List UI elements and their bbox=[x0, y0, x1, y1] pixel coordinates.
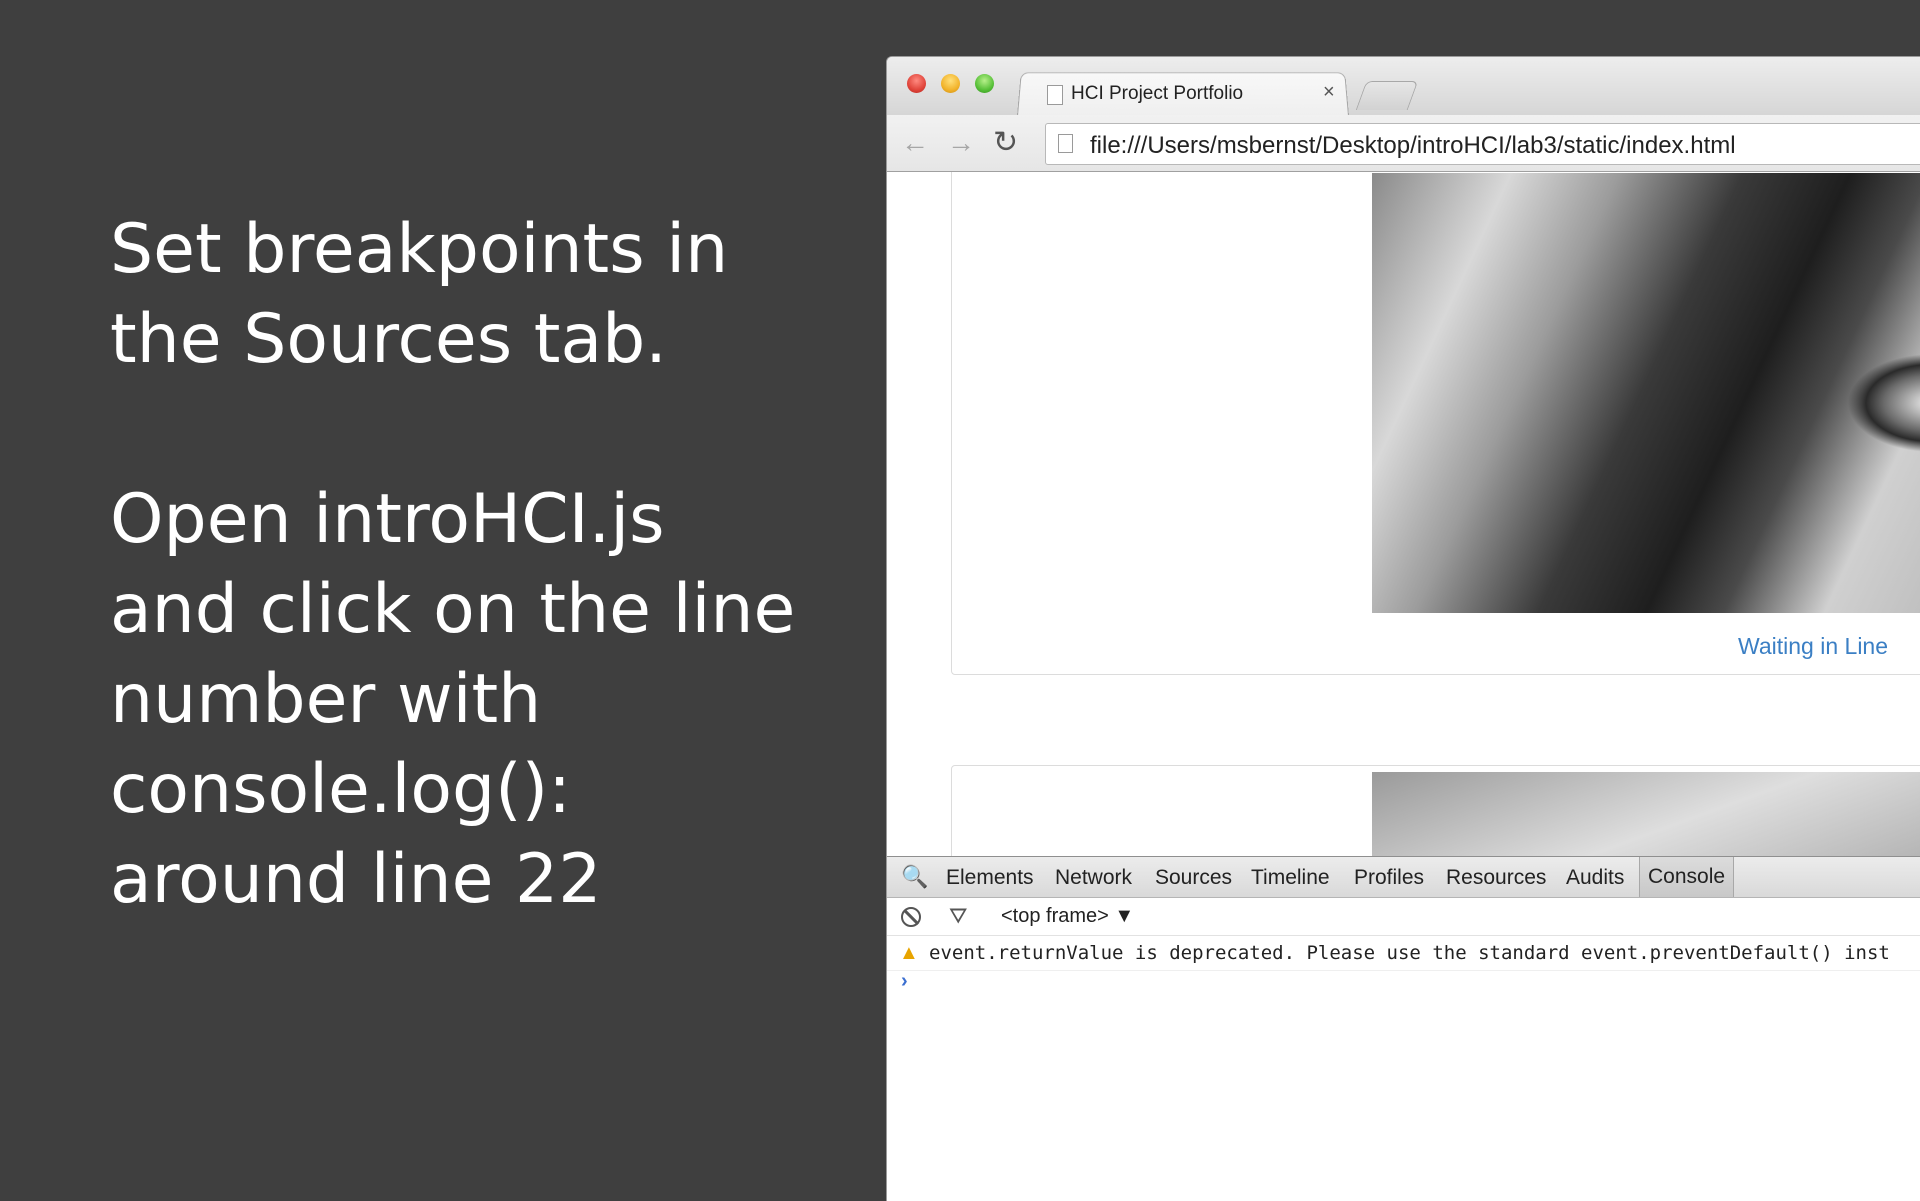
text-line: around line 22 bbox=[110, 840, 602, 919]
tab-audits[interactable]: Audits bbox=[1566, 866, 1624, 890]
portfolio-card bbox=[951, 765, 1920, 856]
tab-timeline[interactable]: Timeline bbox=[1251, 866, 1330, 890]
forward-icon[interactable]: → bbox=[947, 127, 975, 159]
browser-tab[interactable]: HCI Project Portfolio × bbox=[1037, 77, 1337, 113]
tab-title: HCI Project Portfolio bbox=[1071, 83, 1244, 104]
page-icon bbox=[1047, 85, 1063, 105]
portfolio-card: Waiting in Line bbox=[951, 172, 1920, 675]
text-line: number with bbox=[110, 660, 542, 739]
tab-network[interactable]: Network bbox=[1055, 866, 1132, 890]
warning-icon: ▲ bbox=[899, 942, 919, 964]
devtools-panel: 🔍 Elements Network Sources Timeline Prof… bbox=[887, 856, 1920, 1201]
browser-toolbar: ← → ↻ file:///Users/msbernst/Desktop/int… bbox=[887, 115, 1920, 172]
project-photo[interactable] bbox=[1372, 173, 1920, 613]
instruction-paragraph-1: Set breakpoints in the Sources tab. bbox=[110, 205, 810, 385]
page-viewport: Waiting in Line bbox=[887, 172, 1920, 856]
project-photo[interactable] bbox=[1372, 772, 1920, 856]
reload-icon[interactable]: ↻ bbox=[993, 125, 1018, 160]
tab-console[interactable]: Console bbox=[1639, 857, 1735, 897]
url-text[interactable]: file:///Users/msbernst/Desktop/introHCI/… bbox=[1090, 132, 1736, 160]
console-message-text: event.returnValue is deprecated. Please … bbox=[929, 942, 1890, 964]
console-message: ▲ event.returnValue is deprecated. Pleas… bbox=[887, 936, 1920, 971]
back-icon[interactable]: ← bbox=[901, 127, 929, 159]
console-prompt[interactable]: › bbox=[901, 970, 908, 993]
tab-resources[interactable]: Resources bbox=[1446, 866, 1546, 890]
frame-selector[interactable]: <top frame> ▼ bbox=[1001, 905, 1134, 928]
slide-text: Set breakpoints in the Sources tab. Open… bbox=[110, 205, 810, 925]
page-icon bbox=[1058, 134, 1073, 153]
text-line: Open introHCI.js bbox=[110, 480, 665, 559]
address-bar[interactable]: file:///Users/msbernst/Desktop/introHCI/… bbox=[1045, 123, 1920, 165]
text-line: the Sources tab. bbox=[110, 300, 667, 379]
search-icon[interactable]: 🔍 bbox=[901, 864, 928, 890]
title-bar: HCI Project Portfolio × bbox=[887, 57, 1920, 116]
devtools-tab-bar: 🔍 Elements Network Sources Timeline Prof… bbox=[887, 856, 1920, 898]
zoom-window-button[interactable] bbox=[975, 74, 994, 93]
tab-sources[interactable]: Sources bbox=[1155, 866, 1232, 890]
filter-icon[interactable]: ⛛ bbox=[949, 903, 967, 929]
tab-profiles[interactable]: Profiles bbox=[1354, 866, 1424, 890]
tab-close-icon[interactable]: × bbox=[1323, 81, 1335, 104]
text-line: console.log(): bbox=[110, 750, 572, 829]
minimize-window-button[interactable] bbox=[941, 74, 960, 93]
project-link[interactable]: Waiting in Line bbox=[1738, 633, 1888, 660]
instruction-paragraph-2: Open introHCI.js and click on the line n… bbox=[110, 475, 810, 925]
text-line: and click on the line bbox=[110, 570, 796, 649]
console-controls: ⛛ <top frame> ▼ bbox=[887, 897, 1920, 936]
clear-console-icon[interactable] bbox=[901, 907, 921, 927]
text-line: Set breakpoints in bbox=[110, 210, 729, 289]
tab-elements[interactable]: Elements bbox=[946, 866, 1034, 890]
browser-window: HCI Project Portfolio × ← → ↻ file:///Us… bbox=[886, 56, 1920, 1201]
new-tab-button[interactable] bbox=[1355, 81, 1419, 110]
close-window-button[interactable] bbox=[907, 74, 926, 93]
